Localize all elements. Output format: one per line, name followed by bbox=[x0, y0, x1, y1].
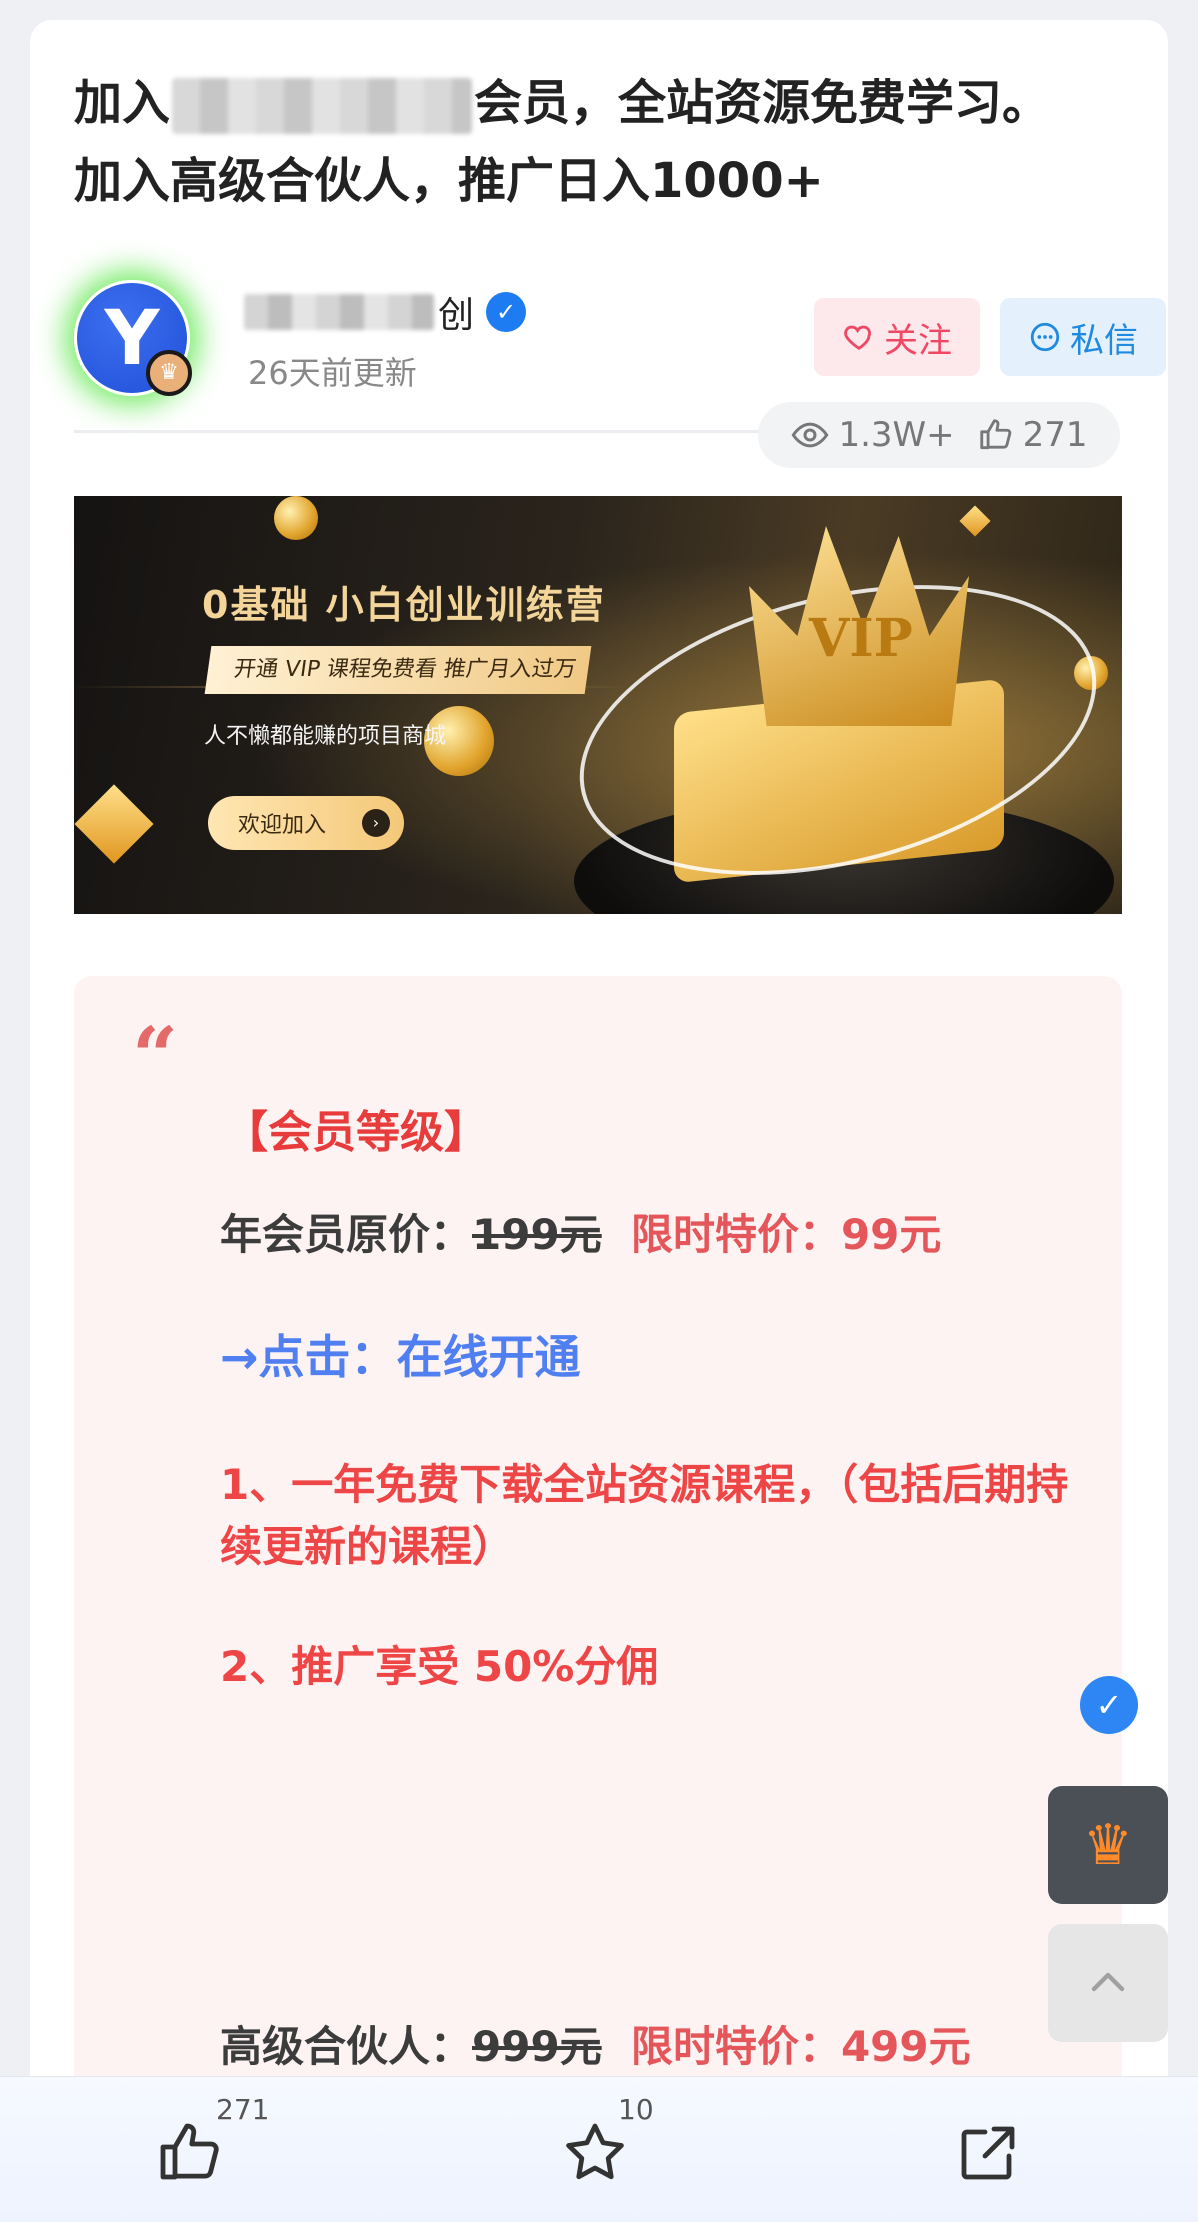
views-count: 1.3W+ bbox=[838, 415, 955, 455]
bottom-action-bar: 271 10 bbox=[0, 2076, 1198, 2222]
follow-label: 关注 bbox=[884, 320, 952, 361]
stats-pill: 1.3W+ 271 bbox=[758, 402, 1120, 468]
annual-price-line: 年会员原价：199元 限时特价：99元 bbox=[220, 1204, 941, 1266]
verified-icon: ✓ bbox=[486, 292, 527, 332]
partner-original-price: 999元 bbox=[472, 2022, 602, 2071]
like-button[interactable] bbox=[150, 2117, 230, 2197]
crown-icon: ♛ bbox=[1082, 1812, 1134, 1878]
quote-icon: “ bbox=[132, 1009, 179, 1103]
follow-button[interactable]: 关注 bbox=[814, 298, 980, 376]
chat-icon bbox=[1030, 322, 1060, 352]
favorite-count: 10 bbox=[618, 2093, 654, 2126]
chevron-up-icon bbox=[1091, 1972, 1125, 1992]
author-row: Y ♛ 创 ✓ 26天前更新 关注 私信 bbox=[74, 260, 1166, 400]
article-title: 加入 会员，全站资源免费学习。 加入高级合伙人，推广日入1000+ bbox=[74, 64, 1134, 220]
heart-icon bbox=[844, 325, 871, 351]
title-prefix: 加入 bbox=[74, 75, 171, 131]
message-label: 私信 bbox=[1070, 320, 1138, 361]
redacted-text bbox=[172, 78, 473, 134]
eye-icon bbox=[792, 422, 829, 448]
message-button[interactable]: 私信 bbox=[1000, 298, 1166, 376]
membership-quote: “ 【会员等级】 年会员原价：199元 限时特价：99元 →点击：在线开通 1、… bbox=[74, 976, 1122, 2140]
title-line1: 会员，全站资源免费学习。 bbox=[474, 75, 1051, 131]
vip-crown-button[interactable]: ♛ bbox=[1048, 1786, 1168, 1904]
promo-banner[interactable]: VIP 0基础 小白创业训练营 开通 VIP 课程免费看 推广月入过万 人不懒都… bbox=[74, 496, 1122, 914]
join-button[interactable]: 欢迎加入 › bbox=[208, 796, 404, 850]
benefit-1: 1、一年免费下载全站资源课程，（包括后期持续更新的课程） bbox=[220, 1460, 1069, 1571]
banner-subtitle: 开通 VIP 课程免费看 推广月入过万 bbox=[204, 646, 592, 694]
likes-count: 271 bbox=[1022, 415, 1088, 455]
author-name-text: 创 bbox=[438, 295, 475, 336]
membership-heading: 【会员等级】 bbox=[224, 1107, 488, 1158]
star-icon bbox=[566, 2123, 624, 2180]
thumbs-up-icon bbox=[979, 419, 1011, 450]
share-button[interactable] bbox=[948, 2117, 1028, 2197]
join-label: 欢迎加入 bbox=[238, 813, 327, 838]
partner-price-line: 高级合伙人：999元 限时特价：499元 bbox=[220, 2016, 971, 2078]
back-to-top-button[interactable] bbox=[1048, 1924, 1168, 2042]
annual-original-price: 199元 bbox=[472, 1210, 602, 1259]
views-stat: 1.3W+ bbox=[790, 415, 955, 455]
gold-coin-icon bbox=[274, 496, 318, 540]
crown-badge-icon: ♛ bbox=[146, 350, 192, 396]
verified-float-icon[interactable]: ✓ bbox=[1080, 1676, 1138, 1734]
annual-label: 年会员原价： bbox=[220, 1210, 473, 1259]
author-name[interactable]: 创 ✓ bbox=[244, 286, 527, 338]
redacted-name bbox=[244, 294, 434, 330]
banner-title: 0基础 小白创业训练营 bbox=[202, 583, 606, 627]
favorite-button[interactable] bbox=[555, 2117, 635, 2197]
gold-gem-icon bbox=[74, 784, 154, 864]
annual-special-price: 限时特价：99元 bbox=[630, 1210, 942, 1259]
article-card: 加入 会员，全站资源免费学习。 加入高级合伙人，推广日入1000+ Y ♛ 创 ✓… bbox=[30, 20, 1168, 2140]
crown-vip-text: VIP bbox=[809, 608, 913, 669]
arrow-right-icon: › bbox=[362, 809, 390, 837]
benefit-2: 2、推广享受 50%分佣 bbox=[220, 1642, 659, 1691]
like-count: 271 bbox=[216, 2093, 270, 2126]
partner-label: 高级合伙人： bbox=[220, 2022, 473, 2071]
banner-description: 人不懒都能赚的项目商城 bbox=[204, 724, 447, 749]
divider bbox=[74, 430, 774, 433]
gold-gem-icon bbox=[959, 505, 991, 537]
share-icon bbox=[961, 2126, 1015, 2180]
partner-special-price: 限时特价：499元 bbox=[630, 2022, 971, 2071]
likes-stat[interactable]: 271 bbox=[977, 415, 1088, 455]
avatar[interactable]: Y ♛ bbox=[74, 280, 192, 396]
open-membership-link[interactable]: →点击：在线开通 bbox=[220, 1326, 581, 1388]
update-time: 26天前更新 bbox=[248, 354, 417, 392]
thumbs-up-icon bbox=[160, 2123, 219, 2180]
title-line2: 加入高级合伙人，推广日入1000+ bbox=[74, 153, 824, 209]
